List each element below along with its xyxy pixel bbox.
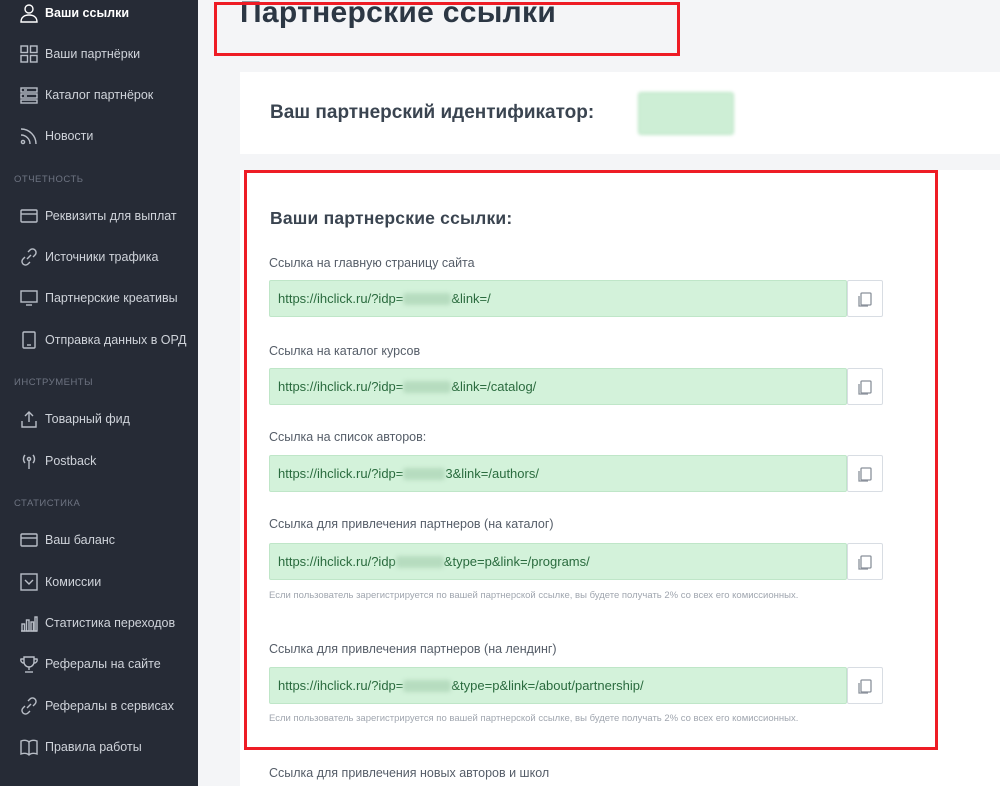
sidebar-item-site-referrals[interactable]: Рефералы на сайте xyxy=(0,646,198,682)
partner-id-value[interactable] xyxy=(638,92,734,135)
section-label-tools: ИНСТРУМЕНТЫ xyxy=(14,377,94,388)
sidebar-item-product-feed[interactable]: Товарный фид xyxy=(0,401,198,437)
sidebar-item-click-stats[interactable]: Статистика переходов xyxy=(0,605,198,641)
sidebar-item-balance[interactable]: Ваш баланс xyxy=(0,522,198,558)
rss-icon xyxy=(18,125,40,147)
sidebar-item-label: Новости xyxy=(45,129,94,143)
sidebar-item-traffic-sources[interactable]: Источники трафика xyxy=(0,239,198,275)
sidebar-item-label: Источники трафика xyxy=(45,250,159,264)
sidebar-item-service-referrals[interactable]: Рефералы в сервисах xyxy=(0,688,198,724)
link-icon xyxy=(18,246,40,268)
sidebar-item-creatives[interactable]: Партнерские креативы xyxy=(0,280,198,316)
sidebar-item-label: Каталог партнёрок xyxy=(45,88,154,102)
chevron-box-icon xyxy=(18,571,40,593)
tablet-icon xyxy=(18,329,40,351)
sidebar-item-label: Отправка данных в ОРД xyxy=(45,333,187,347)
sidebar-item-label: Ваши партнёрки xyxy=(45,47,141,61)
partner-id-card: Ваш партнерский идентификатор: xyxy=(240,72,1000,154)
sidebar-item-label: Правила работы xyxy=(45,740,142,754)
sidebar-item-news[interactable]: Новости xyxy=(0,118,198,154)
sidebar-item-label: Ваш баланс xyxy=(45,533,116,547)
sidebar-item-ord[interactable]: Отправка данных в ОРД xyxy=(0,322,198,358)
bar-chart-icon xyxy=(18,612,40,634)
sidebar-item-commissions[interactable]: Комиссии xyxy=(0,564,198,600)
sidebar-item-label: Рефералы на сайте xyxy=(45,657,161,671)
grid-icon xyxy=(18,43,40,65)
trophy-icon xyxy=(18,653,40,675)
broadcast-icon xyxy=(18,450,40,472)
catalog-icon xyxy=(18,84,40,106)
user-icon xyxy=(18,2,40,24)
partner-id-label: Ваш партнерский идентификатор: xyxy=(270,102,595,123)
sidebar-item-label: Рефералы в сервисах xyxy=(45,699,174,713)
upload-icon xyxy=(18,408,40,430)
sidebar-item-label: Товарный фид xyxy=(45,412,130,426)
links-highlight-frame xyxy=(244,170,938,750)
section-label-stats: СТАТИСТИКА xyxy=(14,498,81,509)
sidebar: Ваши ссылки Ваши партнёрки Каталог партн… xyxy=(0,0,198,786)
sidebar-item-rules[interactable]: Правила работы xyxy=(0,729,198,765)
section-label-reports: ОТЧЕТНОСТЬ xyxy=(14,174,84,185)
sidebar-item-partnerships[interactable]: Ваши партнёрки xyxy=(0,36,198,72)
title-highlight-frame xyxy=(214,2,680,56)
sidebar-item-postback[interactable]: Postback xyxy=(0,443,198,479)
sidebar-item-payment-details[interactable]: Реквизиты для выплат xyxy=(0,198,198,234)
card-icon xyxy=(18,205,40,227)
wallet-icon xyxy=(18,529,40,551)
sidebar-item-label: Комиссии xyxy=(45,575,102,589)
sidebar-item-label: Postback xyxy=(45,454,97,468)
sidebar-item-label: Статистика переходов xyxy=(45,616,176,630)
book-icon xyxy=(18,736,40,758)
monitor-icon xyxy=(18,287,40,309)
link-icon xyxy=(18,695,40,717)
link-label-authors-schools: Ссылка для привлечения новых авторов и ш… xyxy=(269,766,550,780)
sidebar-item-label: Партнерские креативы xyxy=(45,291,178,305)
sidebar-item-label: Реквизиты для выплат xyxy=(45,209,177,223)
sidebar-item-links[interactable]: Ваши ссылки xyxy=(0,0,198,31)
sidebar-item-catalog[interactable]: Каталог партнёрок xyxy=(0,77,198,113)
sidebar-item-label: Ваши ссылки xyxy=(45,6,130,20)
